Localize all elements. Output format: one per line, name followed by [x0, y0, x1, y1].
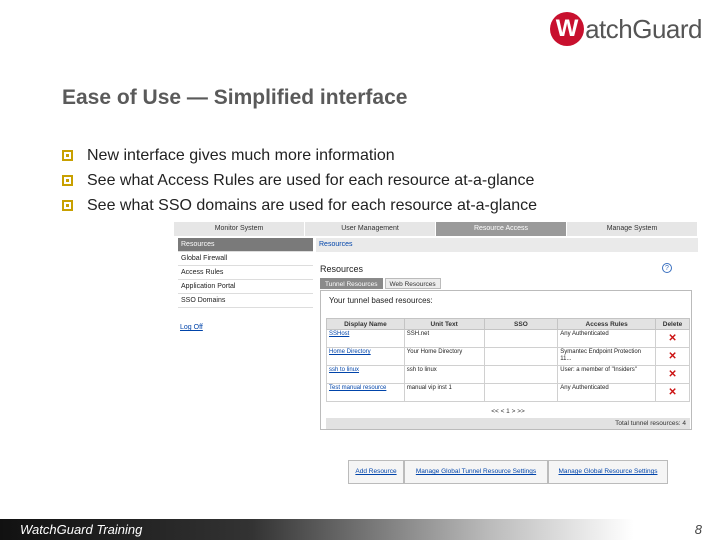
footer-bar: WatchGuard Training 8 [0, 519, 720, 540]
section-title: Resources [320, 264, 364, 274]
tab-web-resources[interactable]: Web Resources [384, 278, 441, 289]
table-cell [483, 383, 559, 402]
help-icon[interactable]: ? [662, 263, 672, 273]
table-cell [483, 347, 559, 366]
table-cell: Any Authenticated [557, 383, 657, 402]
table-cell: SSH.net [403, 329, 485, 348]
manage-global-tunnel-settings-button[interactable]: Manage Global Tunnel Resource Settings [404, 460, 548, 484]
action-bar: Add Resource Manage Global Tunnel Resour… [348, 460, 668, 484]
column-header: Delete [655, 318, 690, 330]
delete-x-icon[interactable]: ✕ [668, 351, 676, 362]
bullet-text: See what Access Rules are used for each … [87, 171, 535, 189]
table-cell: Symantec Endpoint Protection 11... [557, 347, 657, 366]
resource-subtabs: Tunnel Resources Web Resources [320, 278, 443, 289]
tab-resource-access[interactable]: Resource Access [436, 222, 567, 236]
table-cell: User: a member of "Insiders" [557, 365, 657, 384]
pager[interactable]: << < 1 > >> [326, 406, 690, 417]
sidebar: Resources Global Firewall Access Rules A… [178, 238, 313, 308]
resources-table: Display Name Unit Text SSO Access Rules … [326, 318, 690, 402]
delete-cell: ✕ [655, 347, 690, 366]
tab-tunnel-resources[interactable]: Tunnel Resources [320, 278, 383, 289]
footer-text: WatchGuard Training [20, 522, 143, 537]
delete-x-icon[interactable]: ✕ [668, 369, 676, 380]
breadcrumb[interactable]: Resources [316, 238, 698, 252]
square-bullet-icon [62, 200, 73, 211]
column-header[interactable]: Display Name [326, 318, 405, 330]
sidebar-item-global-firewall[interactable]: Global Firewall [178, 252, 313, 266]
sidebar-item-resources[interactable]: Resources [178, 238, 313, 252]
tab-monitor-system[interactable]: Monitor System [174, 222, 305, 236]
bullet-text: See what SSO domains are used for each r… [87, 196, 538, 214]
table-cell: Any Authenticated [557, 329, 657, 348]
total-count: Total tunnel resources: 4 [326, 418, 690, 429]
table-row: SSHost SSH.net Any Authenticated ✕ [326, 329, 690, 348]
square-bullet-icon [62, 175, 73, 186]
bullet-item: New interface gives much more informatio… [62, 143, 537, 168]
resource-name-link[interactable]: ssh to linux [326, 365, 405, 384]
column-header[interactable]: SSO [483, 318, 559, 330]
panel-caption: Your tunnel based resources: [329, 296, 433, 305]
bullet-item: See what Access Rules are used for each … [62, 168, 537, 193]
column-header[interactable]: Unit Text [403, 318, 485, 330]
table-cell [483, 365, 559, 384]
tab-user-management[interactable]: User Management [305, 222, 436, 236]
delete-cell: ✕ [655, 365, 690, 384]
top-nav: Monitor System User Management Resource … [174, 222, 698, 236]
table-header-row: Display Name Unit Text SSO Access Rules … [326, 318, 690, 330]
resource-name-link[interactable]: Home Directory [326, 347, 405, 366]
sidebar-item-sso-domains[interactable]: SSO Domains [178, 294, 313, 308]
logout-link[interactable]: Log Off [180, 324, 203, 331]
bullet-list: New interface gives much more informatio… [62, 143, 537, 218]
logo-text: atchGuard [585, 13, 702, 44]
delete-x-icon[interactable]: ✕ [668, 387, 676, 398]
sidebar-item-access-rules[interactable]: Access Rules [178, 266, 313, 280]
logo-mark: W [550, 12, 585, 46]
delete-cell: ✕ [655, 383, 690, 402]
table-cell: Your Home Directory [403, 347, 485, 366]
watchguard-logo: W atchGuard [550, 12, 702, 46]
column-header[interactable]: Access Rules [557, 318, 657, 330]
app-screenshot: Monitor System User Management Resource … [174, 222, 698, 522]
table-cell [483, 329, 559, 348]
delete-x-icon[interactable]: ✕ [668, 333, 676, 344]
table-row: Home Directory Your Home Directory Syman… [326, 347, 690, 366]
resource-name-link[interactable]: SSHost [326, 329, 405, 348]
delete-cell: ✕ [655, 329, 690, 348]
slide-title: Ease of Use — Simplified interface [62, 86, 408, 109]
table-row: ssh to linux ssh to linux User: a member… [326, 365, 690, 384]
resource-name-link[interactable]: Test manual resource [326, 383, 405, 402]
add-resource-button[interactable]: Add Resource [348, 460, 404, 484]
table-cell: manual vip inst 1 [403, 383, 485, 402]
bullet-text: New interface gives much more informatio… [87, 146, 395, 164]
square-bullet-icon [62, 150, 73, 161]
page-number: 8 [694, 522, 702, 537]
manage-global-resource-settings-button[interactable]: Manage Global Resource Settings [548, 460, 668, 484]
sidebar-item-application-portal[interactable]: Application Portal [178, 280, 313, 294]
tab-manage-system[interactable]: Manage System [567, 222, 698, 236]
table-cell: ssh to linux [403, 365, 485, 384]
table-row: Test manual resource manual vip inst 1 A… [326, 383, 690, 402]
bullet-item: See what SSO domains are used for each r… [62, 193, 537, 218]
